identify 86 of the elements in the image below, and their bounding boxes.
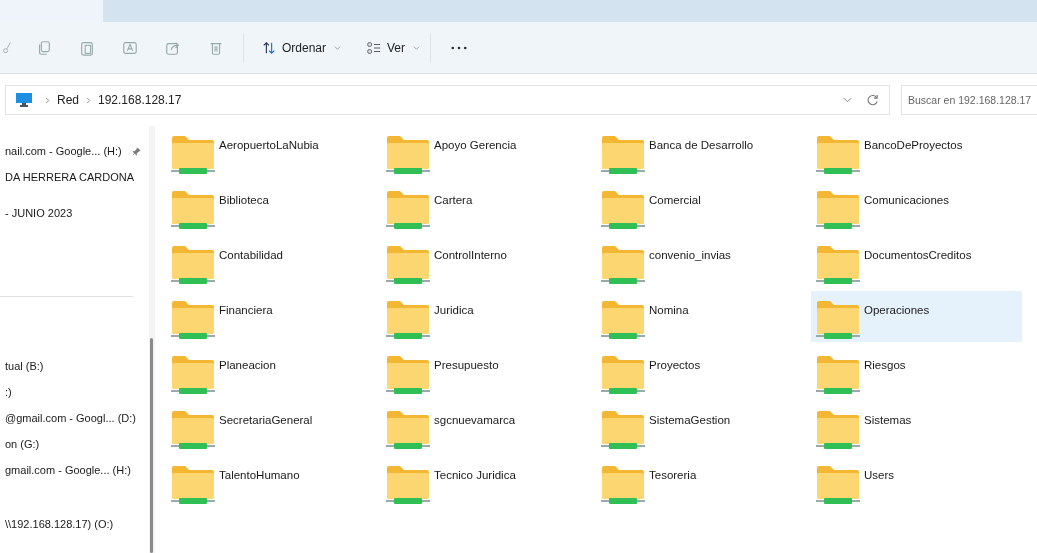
folder-item[interactable]: AeropuertoLaNubia [166,126,377,177]
folder-item[interactable]: ControlInterno [381,236,592,287]
folder-item[interactable]: Proyectos [596,346,807,397]
network-folder-icon [816,465,860,505]
network-folder-icon [171,465,215,505]
network-folder-icon [171,410,215,450]
caret-icon [334,44,342,51]
folder-item[interactable]: Operaciones [811,291,1022,342]
sidebar-item[interactable]: - JUNIO 2023 [0,200,149,226]
sort-icon [262,40,276,55]
scrollbar-thumb[interactable] [150,338,153,553]
network-folder-icon [386,245,430,285]
sidebar-item[interactable]: nail.com - Google... (H:) [0,138,149,164]
folder-item[interactable]: SistemaGestion [596,401,807,452]
copy-icon[interactable] [36,39,52,56]
network-folder-icon [816,300,860,340]
network-folder-icon [171,190,215,230]
network-folder-icon [601,355,645,395]
sort-button[interactable]: Ordenar [254,36,350,59]
network-folder-icon [816,410,860,450]
folder-item[interactable]: Tecnico Juridica [381,456,592,507]
search-field[interactable]: Buscar en 192.168.128.17 [901,85,1037,115]
sidebar-item[interactable]: :) [0,379,149,405]
network-folder-icon [386,300,430,340]
pin-icon[interactable] [132,146,141,156]
network-folder-icon [601,410,645,450]
network-folder-icon [816,355,860,395]
view-icon [367,40,382,55]
folder-item[interactable]: SecretariaGeneral [166,401,377,452]
folder-item[interactable]: Planeacion [166,346,377,397]
folder-item[interactable]: BancoDeProyectos [811,126,1022,177]
folder-item[interactable]: Juridica [381,291,592,342]
folder-item[interactable]: Contabilidad [166,236,377,287]
network-folder-icon [601,300,645,340]
rename-icon[interactable] [122,39,138,56]
refresh-icon[interactable] [866,93,879,107]
network-folder-icon [601,245,645,285]
network-folder-icon [816,245,860,285]
network-folder-icon [601,190,645,230]
folder-item[interactable]: Sistemas [811,401,1022,452]
folder-item[interactable]: Comercial [596,181,807,232]
folder-item[interactable]: Riesgos [811,346,1022,397]
network-folder-icon [601,465,645,505]
network-folder-icon [386,135,430,175]
network-folder-icon [386,465,430,505]
network-folder-icon [386,410,430,450]
network-folder-icon [816,190,860,230]
folder-item[interactable]: DocumentosCreditos [811,236,1022,287]
caret-icon [413,44,421,51]
paste-icon[interactable] [79,39,95,56]
network-folder-icon [601,135,645,175]
folder-item[interactable]: Tesoreria [596,456,807,507]
folder-item[interactable]: sgcnuevamarca [381,401,592,452]
folder-item[interactable]: convenio_invias [596,236,807,287]
view-button[interactable]: Ver [359,36,429,59]
folder-item[interactable]: Apoyo Gerencia [381,126,592,177]
dropdown-icon[interactable] [843,97,852,103]
breadcrumb-item[interactable]: 192.168.128.17 [98,93,182,107]
sidebar-item[interactable]: @gmail.com - Googl... (D:) [0,405,149,431]
folder-item[interactable]: TalentoHumano [166,456,377,507]
chevron-right-icon [86,96,91,104]
computer-icon [16,93,32,107]
sidebar-item[interactable]: on (G:) [0,431,149,457]
folder-item[interactable]: Presupuesto [381,346,592,397]
network-folder-icon [816,135,860,175]
network-folder-icon [386,355,430,395]
folder-item[interactable]: Cartera [381,181,592,232]
network-folder-icon [386,190,430,230]
folder-item[interactable]: Users [811,456,1022,507]
sidebar-item[interactable]: DA HERRERA CARDONA [0,164,149,190]
folder-item[interactable]: Comunicaciones [811,181,1022,232]
more-icon[interactable] [451,45,468,50]
address-bar[interactable]: Red 192.168.128.17 [5,85,890,115]
folder-item[interactable]: Banca de Desarrollo [596,126,807,177]
folder-item[interactable]: Financiera [166,291,377,342]
breadcrumb-item[interactable]: Red [57,93,79,107]
folder-item[interactable]: Biblioteca [166,181,377,232]
network-folder-icon [171,300,215,340]
sidebar-item[interactable]: \\192.168.128.17) (O:) [0,511,149,537]
folder-item[interactable]: Nomina [596,291,807,342]
network-folder-icon [171,355,215,395]
network-folder-icon [171,135,215,175]
sidebar-item[interactable]: gmail.com - Google... (H:) [0,457,149,483]
sidebar-item[interactable]: tual (B:) [0,353,149,379]
chevron-right-icon [45,96,50,104]
network-folder-icon [171,245,215,285]
